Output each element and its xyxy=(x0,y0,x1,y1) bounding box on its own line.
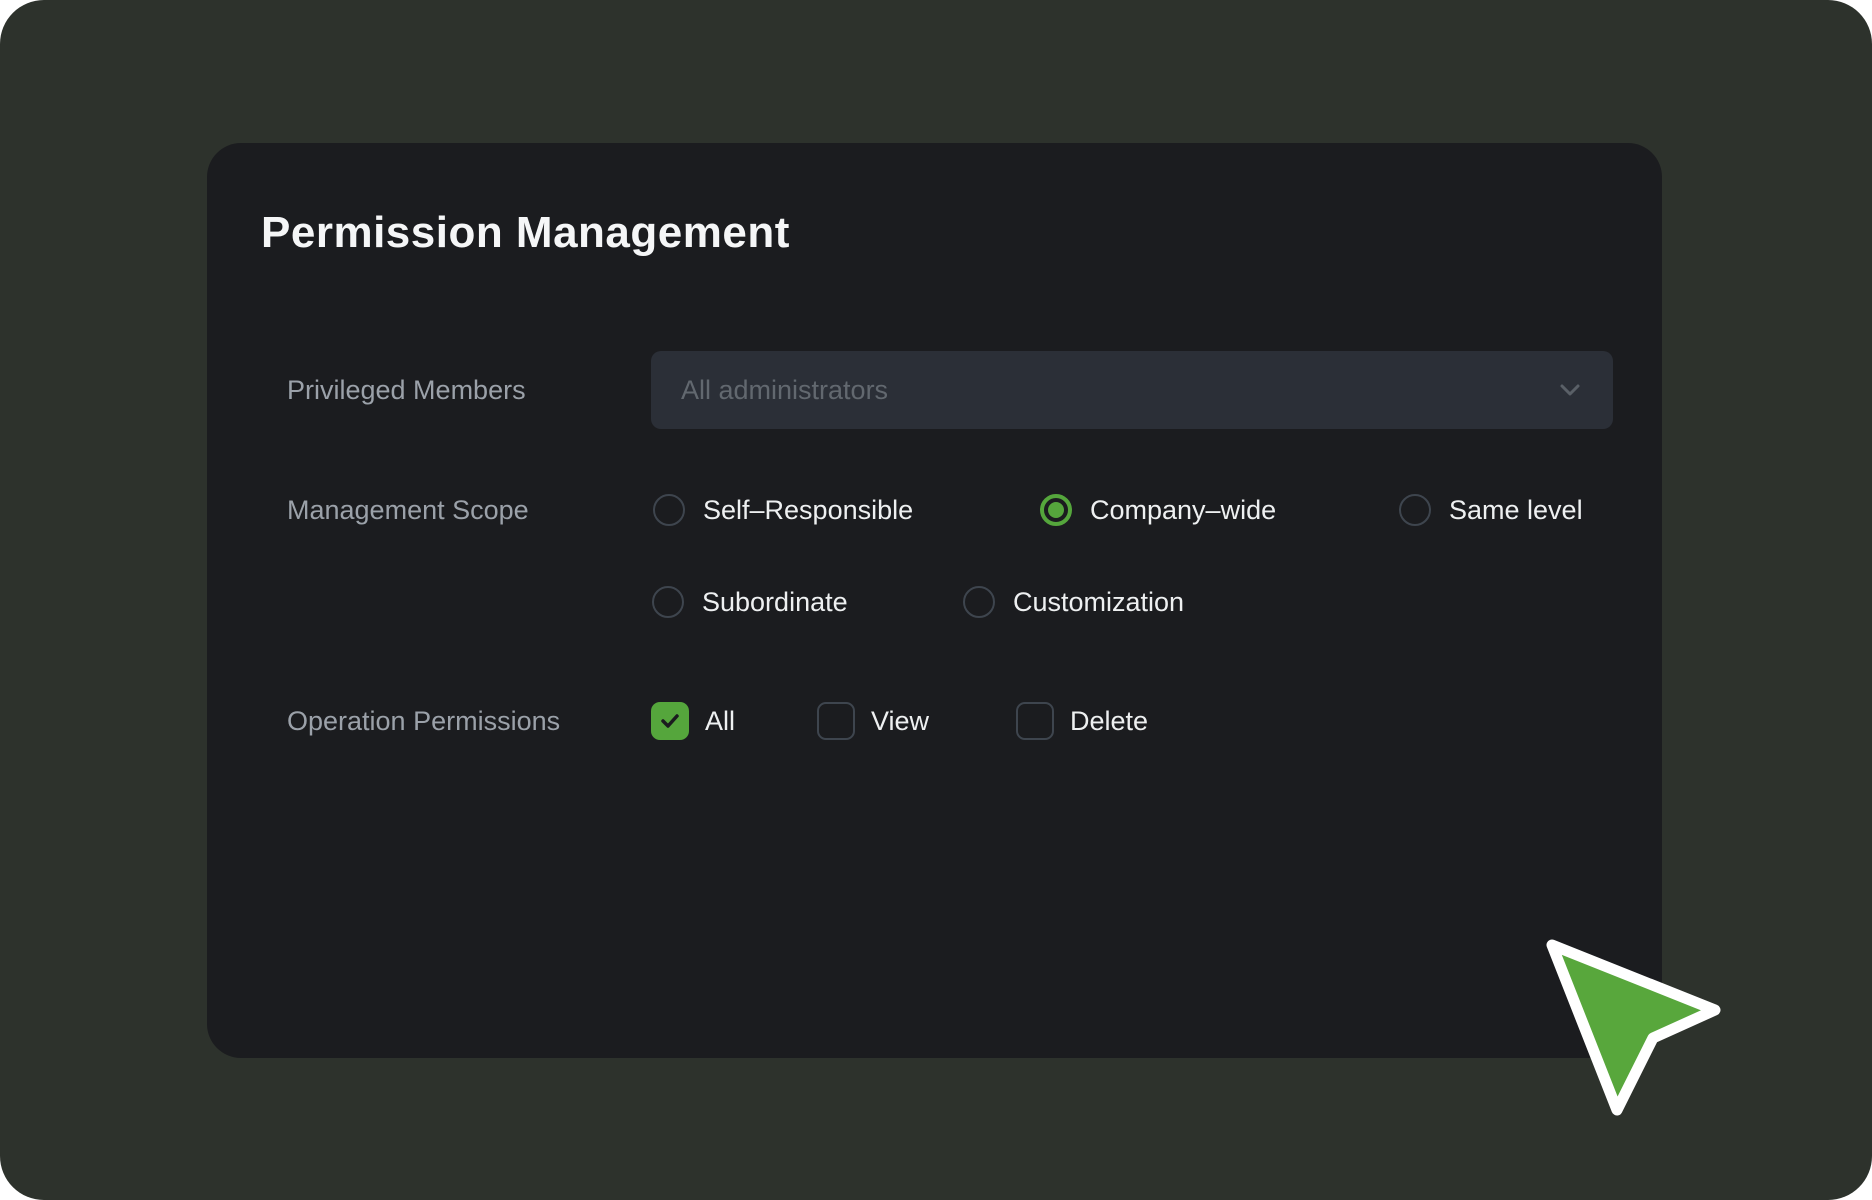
checkbox-view[interactable]: View xyxy=(817,702,929,740)
privileged-members-select[interactable]: All administrators xyxy=(651,351,1613,429)
privileged-members-select-value: All administrators xyxy=(681,375,1555,406)
permission-management-panel: Permission Management Privileged Members… xyxy=(207,143,1662,1058)
radio-subordinate[interactable]: Subordinate xyxy=(652,586,848,618)
checkbox-unchecked-icon xyxy=(817,702,855,740)
radio-self-responsible[interactable]: Self–Responsible xyxy=(653,494,913,526)
radio-customization[interactable]: Customization xyxy=(963,586,1184,618)
page-background: Permission Management Privileged Members… xyxy=(0,0,1872,1200)
operation-permissions-label: Operation Permissions xyxy=(287,705,560,737)
management-scope-label: Management Scope xyxy=(287,494,529,526)
checkbox-delete[interactable]: Delete xyxy=(1016,702,1148,740)
radio-unselected-icon xyxy=(652,586,684,618)
radio-unselected-icon xyxy=(653,494,685,526)
radio-unselected-icon xyxy=(963,586,995,618)
chevron-down-icon xyxy=(1555,375,1585,405)
radio-same-level[interactable]: Same level xyxy=(1399,494,1583,526)
radio-selected-icon xyxy=(1040,494,1072,526)
page-title: Permission Management xyxy=(261,209,790,257)
radio-unselected-icon xyxy=(1399,494,1431,526)
privileged-members-label: Privileged Members xyxy=(287,374,526,406)
checkbox-checked-icon xyxy=(651,702,689,740)
radio-company-wide[interactable]: Company–wide xyxy=(1040,494,1276,526)
checkbox-unchecked-icon xyxy=(1016,702,1054,740)
checkbox-all[interactable]: All xyxy=(651,702,735,740)
